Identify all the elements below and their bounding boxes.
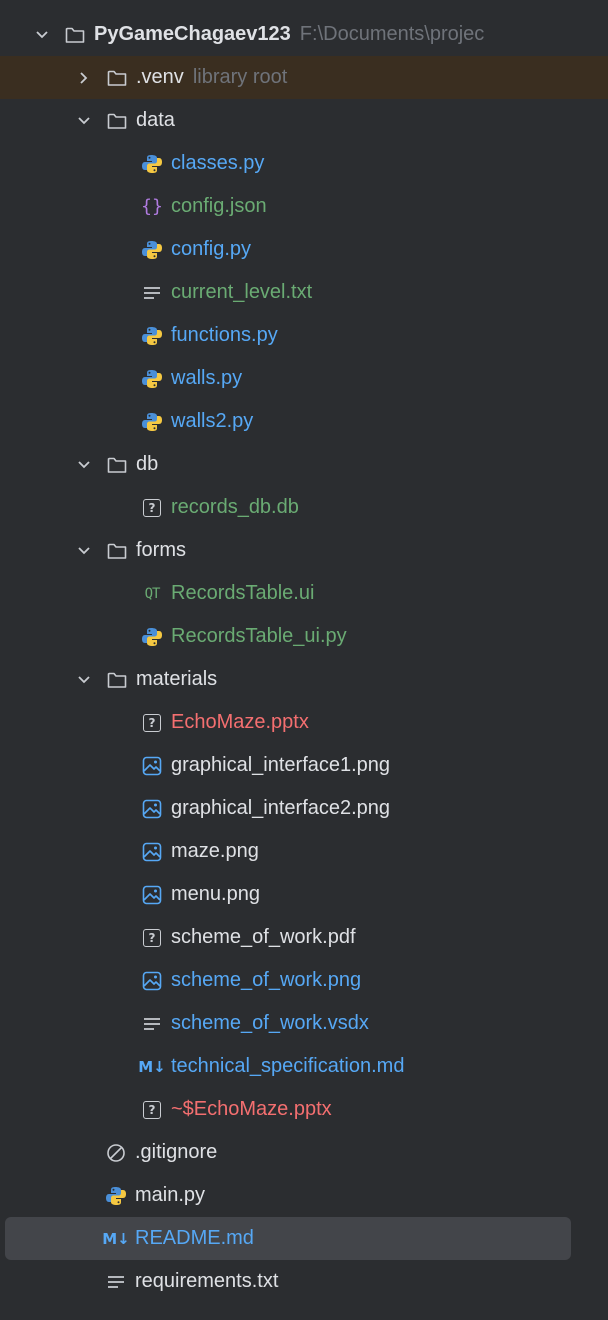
file-name: walls.py xyxy=(171,367,243,389)
unknown-file-icon: ? xyxy=(141,1099,163,1121)
project-tree: PyGameChagaev123 F:\Documents\projec .ve… xyxy=(0,0,608,1320)
chevron-down-icon[interactable] xyxy=(75,456,93,474)
unknown-file-icon: ? xyxy=(141,497,163,519)
folder-icon xyxy=(106,540,128,562)
folder-icon xyxy=(106,110,128,132)
tree-row-file[interactable]: classes.py xyxy=(0,142,608,185)
folder-label: forms xyxy=(136,539,186,561)
tree-row-db-folder[interactable]: db xyxy=(0,443,608,486)
tree-row-file[interactable]: QT RecordsTable.ui xyxy=(0,572,608,615)
tree-row-file-selected[interactable]: M↓ README.md xyxy=(5,1217,571,1260)
image-icon xyxy=(141,798,163,820)
tree-row-file[interactable]: scheme_of_work.png xyxy=(0,959,608,1002)
file-name: RecordsTable_ui.py xyxy=(171,625,347,647)
tree-row-file[interactable]: main.py xyxy=(0,1174,608,1217)
tree-row-file[interactable]: config.py xyxy=(0,228,608,271)
file-name: ~$EchoMaze.pptx xyxy=(171,1098,332,1120)
file-name: records_db.db xyxy=(171,496,299,518)
tree-row-file[interactable]: walls.py xyxy=(0,357,608,400)
file-name: classes.py xyxy=(171,152,265,174)
qt-ui-icon: QT xyxy=(144,585,161,602)
file-name: technical_specification.md xyxy=(171,1055,405,1077)
python-icon xyxy=(141,368,163,390)
file-name: scheme_of_work.pdf xyxy=(171,926,356,948)
tree-row-file[interactable]: functions.py xyxy=(0,314,608,357)
file-name: functions.py xyxy=(171,324,278,346)
text-file-icon xyxy=(105,1271,127,1293)
tree-row-file[interactable]: scheme_of_work.vsdx xyxy=(0,1002,608,1045)
tree-row-file[interactable]: graphical_interface1.png xyxy=(0,744,608,787)
folder-icon xyxy=(106,454,128,476)
file-name: graphical_interface2.png xyxy=(171,797,391,819)
tree-row-file[interactable]: current_level.txt xyxy=(0,271,608,314)
text-file-icon xyxy=(141,1013,163,1035)
tree-row-file[interactable]: {} config.json xyxy=(0,185,608,228)
tree-row-file[interactable]: ? EchoMaze.pptx xyxy=(0,701,608,744)
markdown-icon: M↓ xyxy=(138,1057,166,1076)
file-name: config.json xyxy=(171,195,267,217)
chevron-down-icon[interactable] xyxy=(75,671,93,689)
tree-row-file[interactable]: walls2.py xyxy=(0,400,608,443)
json-icon: {} xyxy=(141,196,163,217)
project-root-path: F:\Documents\projec xyxy=(299,23,485,45)
python-icon xyxy=(141,153,163,175)
file-name: requirements.txt xyxy=(135,1270,279,1292)
file-name: EchoMaze.pptx xyxy=(171,711,309,733)
tree-row-file[interactable]: menu.png xyxy=(0,873,608,916)
unknown-file-icon: ? xyxy=(141,712,163,734)
python-icon xyxy=(141,325,163,347)
venv-hint: library root xyxy=(192,66,288,88)
python-icon xyxy=(105,1185,127,1207)
file-name: menu.png xyxy=(171,883,260,905)
chevron-down-icon[interactable] xyxy=(75,112,93,130)
image-icon xyxy=(141,970,163,992)
ignore-icon xyxy=(105,1142,127,1164)
file-name: graphical_interface1.png xyxy=(171,754,391,776)
tree-row-file[interactable]: ? scheme_of_work.pdf xyxy=(0,916,608,959)
tree-row-venv[interactable]: .venv library root xyxy=(0,56,608,99)
venv-label: .venv xyxy=(136,66,184,88)
python-icon xyxy=(141,626,163,648)
file-name: scheme_of_work.png xyxy=(171,969,362,991)
file-name: config.py xyxy=(171,238,252,260)
file-name: current_level.txt xyxy=(171,281,313,303)
folder-label: materials xyxy=(136,668,218,690)
tree-row-materials-folder[interactable]: materials xyxy=(0,658,608,701)
file-name: .gitignore xyxy=(135,1141,218,1163)
chevron-down-icon[interactable] xyxy=(33,26,51,44)
folder-icon xyxy=(64,24,86,46)
folder-icon xyxy=(106,67,128,89)
tree-row-file[interactable]: maze.png xyxy=(0,830,608,873)
chevron-down-icon[interactable] xyxy=(75,542,93,560)
tree-row-file[interactable]: .gitignore xyxy=(0,1131,608,1174)
python-icon xyxy=(141,239,163,261)
file-name: main.py xyxy=(135,1184,206,1206)
python-icon xyxy=(141,411,163,433)
tree-row-file[interactable]: ? records_db.db xyxy=(0,486,608,529)
file-name: README.md xyxy=(135,1227,254,1249)
tree-row-file[interactable]: RecordsTable_ui.py xyxy=(0,615,608,658)
folder-label: db xyxy=(136,453,159,475)
tree-row-file[interactable]: graphical_interface2.png xyxy=(0,787,608,830)
tree-row-data-folder[interactable]: data xyxy=(0,99,608,142)
unknown-file-icon: ? xyxy=(141,927,163,949)
tree-row-file[interactable]: M↓ technical_specification.md xyxy=(0,1045,608,1088)
file-name: maze.png xyxy=(171,840,259,862)
text-file-icon xyxy=(141,282,163,304)
tree-row-forms-folder[interactable]: forms xyxy=(0,529,608,572)
markdown-icon: M↓ xyxy=(102,1229,130,1248)
folder-label: data xyxy=(136,109,175,131)
file-name: walls2.py xyxy=(171,410,254,432)
image-icon xyxy=(141,841,163,863)
chevron-right-icon[interactable] xyxy=(75,69,93,87)
tree-row-file[interactable]: ? ~$EchoMaze.pptx xyxy=(0,1088,608,1131)
image-icon xyxy=(141,755,163,777)
tree-row-root[interactable]: PyGameChagaev123 F:\Documents\projec xyxy=(0,13,608,56)
tree-row-file[interactable]: requirements.txt xyxy=(0,1260,608,1303)
folder-icon xyxy=(106,669,128,691)
project-root-label: PyGameChagaev123 xyxy=(94,23,291,45)
image-icon xyxy=(141,884,163,906)
file-name: scheme_of_work.vsdx xyxy=(171,1012,369,1034)
file-name: RecordsTable.ui xyxy=(171,582,315,604)
